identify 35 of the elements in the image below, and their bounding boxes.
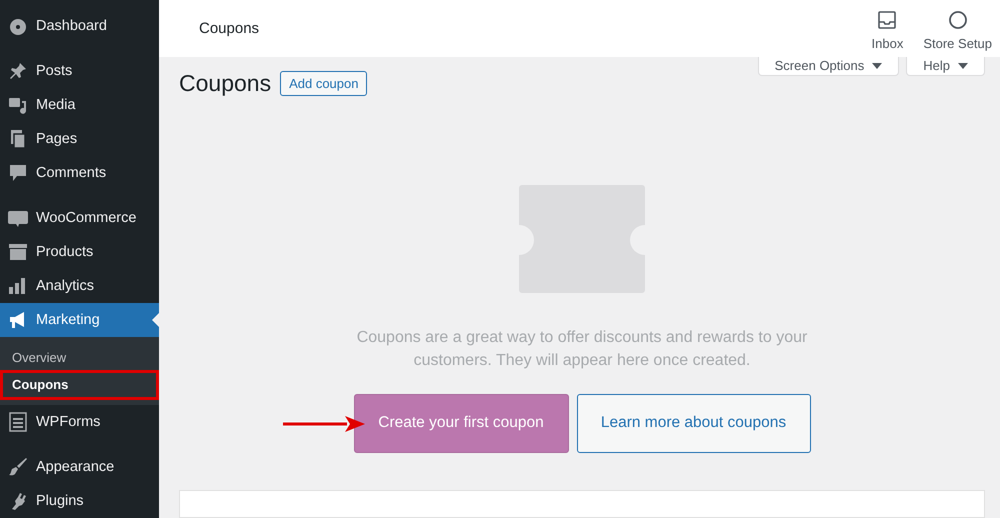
pin-icon	[8, 61, 28, 81]
header-title: Coupons	[199, 20, 260, 37]
learn-more-button[interactable]: Learn more about coupons	[576, 394, 810, 453]
sidebar-item[interactable]: Media	[0, 88, 159, 122]
paintbrush-icon	[8, 457, 28, 477]
submenu-item[interactable]: Overview	[0, 347, 159, 369]
sidebar-item[interactable]: Posts	[0, 54, 159, 88]
inbox-icon	[877, 10, 898, 30]
sidebar-item[interactable]: Comments	[0, 156, 159, 190]
form-icon	[8, 412, 28, 432]
bar-chart-icon	[8, 276, 28, 296]
archive-box-icon	[8, 242, 28, 262]
header-action[interactable]: Inbox	[872, 10, 904, 51]
empty-state-message: Coupons are a great way to offer discounts and rewards to your customers. They will appear here once created.	[356, 328, 808, 371]
sidebar-item[interactable]: Products	[0, 235, 159, 269]
sidebar-item[interactable]: Analytics	[0, 269, 159, 303]
sidebar-item[interactable]: Pages	[0, 122, 159, 156]
screen-tab[interactable]: Screen Options	[758, 57, 900, 76]
dropdown-icon	[872, 62, 882, 69]
sidebar-item[interactable]: Plugins	[0, 484, 159, 518]
sidebar-item[interactable]: WooCommerce	[0, 201, 159, 235]
screen-tab[interactable]: Help	[906, 57, 985, 76]
sidebar-item[interactable]: WPForms	[0, 405, 159, 439]
sidebar-item[interactable]: Dashboard	[0, 9, 159, 43]
dashboard-icon	[8, 16, 28, 36]
header-action[interactable]: Store Setup	[923, 10, 992, 51]
sidebar-item[interactable]: Marketing	[0, 303, 159, 337]
dropdown-icon	[958, 62, 968, 69]
media-icon	[8, 95, 28, 115]
speech-bubble-icon	[8, 163, 28, 183]
add-coupon-button[interactable]: Add coupon	[280, 70, 368, 96]
circle-icon	[948, 10, 968, 30]
page-title: Coupons	[179, 70, 272, 97]
sidebar-item[interactable]: Appearance	[0, 450, 159, 484]
submenu-item[interactable]: Coupons	[0, 374, 159, 396]
